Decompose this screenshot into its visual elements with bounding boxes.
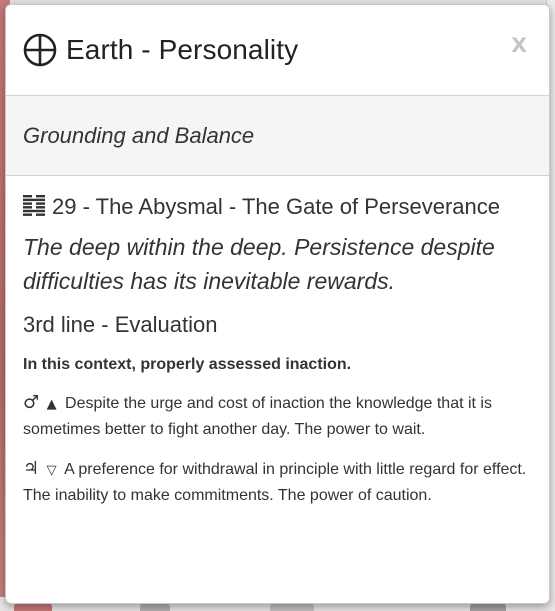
close-button[interactable]: x bbox=[511, 29, 527, 57]
mars-icon: ♂ bbox=[23, 392, 40, 413]
background-mark bbox=[270, 603, 314, 611]
modal-header: Earth - Personality x bbox=[6, 5, 549, 96]
gate-title: 29 - The Abysmal - The Gate of Persevera… bbox=[52, 194, 500, 219]
modal-title: Earth - Personality bbox=[66, 34, 299, 65]
detriment-triangle-icon: ▽ bbox=[46, 463, 57, 478]
exaltation-triangle-icon: ▲ bbox=[46, 397, 57, 412]
modal-subtitle: Grounding and Balance bbox=[23, 122, 255, 148]
line-title: 3rd line - Evaluation bbox=[23, 312, 218, 337]
exaltation-paragraph: ♂ ▲ Despite the urge and cost of inactio… bbox=[23, 390, 532, 442]
background-mark bbox=[140, 603, 170, 611]
line-context: In this context, properly assessed inact… bbox=[23, 356, 352, 373]
exaltation-text: Despite the urge and cost of inaction th… bbox=[23, 395, 492, 438]
detriment-text: A preference for withdrawal in principle… bbox=[23, 461, 527, 504]
close-icon[interactable]: x bbox=[511, 27, 527, 58]
background-mark bbox=[14, 603, 52, 611]
jupiter-icon: ♃ bbox=[23, 458, 40, 479]
modal-subheader: Grounding and Balance bbox=[6, 96, 549, 176]
hexagram-icon bbox=[23, 195, 45, 222]
gate-description: The deep within the deep. Persistence de… bbox=[23, 234, 495, 294]
modal-body: 29 - The Abysmal - The Gate of Persevera… bbox=[6, 176, 549, 508]
gate-heading: 29 - The Abysmal - The Gate of Persevera… bbox=[23, 194, 532, 222]
detriment-paragraph: ♃ ▽ A preference for withdrawal in princ… bbox=[23, 456, 532, 508]
earth-icon bbox=[23, 33, 57, 67]
planet-detail-modal: Earth - Personality x Grounding and Bala… bbox=[5, 4, 550, 604]
background-mark bbox=[470, 603, 506, 611]
